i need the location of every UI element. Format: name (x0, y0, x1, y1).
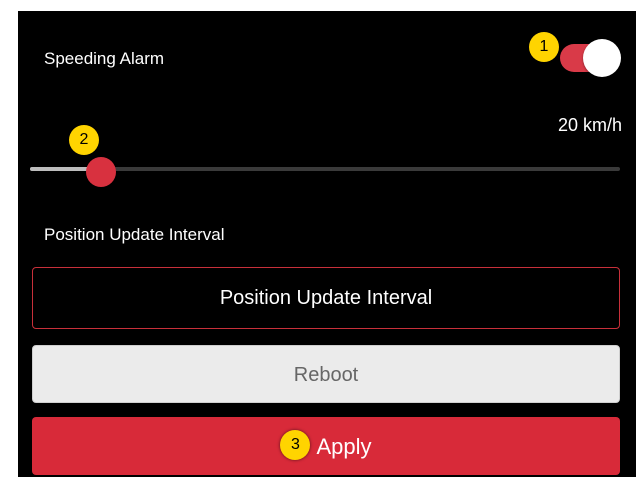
apply-button[interactable]: 3 Apply (32, 417, 620, 475)
speeding-alarm-label: Speeding Alarm (44, 49, 165, 68)
step-badge-3: 3 (280, 430, 311, 461)
slider-rail[interactable] (30, 167, 620, 171)
step-badge-2: 2 (69, 125, 99, 155)
settings-panel: Speeding Alarm 20 km/h Position Update I… (18, 11, 636, 477)
speeding-alarm-toggle[interactable] (560, 38, 622, 77)
toggle-knob[interactable] (583, 39, 621, 77)
slider-thumb[interactable] (85, 157, 116, 187)
apply-button-label: Apply (316, 434, 372, 460)
position-update-interval-button[interactable]: Position Update Interval (32, 267, 620, 329)
position-update-interval-label: Position Update Interval (44, 225, 225, 244)
reboot-button[interactable]: Reboot (32, 345, 620, 403)
speed-limit-value: 20 km/h (557, 115, 622, 135)
step-badge-1: 1 (529, 32, 559, 62)
speed-limit-slider[interactable] (30, 157, 620, 187)
